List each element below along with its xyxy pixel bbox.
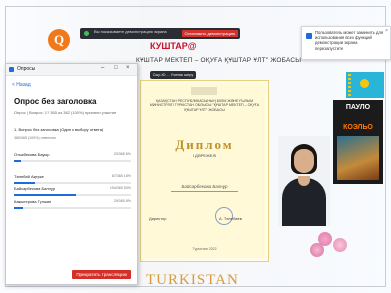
diploma: ҚАЗАҚСТАН РЕСПУБЛИКАСЫНЫҢ БІЛІМ ЖӘНЕ ҒЫЛ…: [140, 80, 269, 262]
poll-meta: Опрос | Вопрос: 1? 365 из 382 (100%) при…: [14, 110, 117, 115]
option-bar: [14, 194, 76, 196]
book-art: [337, 136, 379, 180]
book-cover: ПАУЛО КОЭЛЬО: [333, 100, 383, 184]
notification-toast[interactable]: Пользователь может заменить для использо…: [301, 26, 391, 60]
back-link[interactable]: < Назад: [12, 82, 31, 88]
option-bar: [14, 160, 22, 162]
header-brand: КУШТАР@: [150, 41, 197, 51]
diploma-date: Түркістан 2022: [192, 247, 217, 251]
option-label: Байсарбекова Балнұр: [14, 186, 56, 191]
turkistan-wordmark: TURKISTAN: [146, 272, 239, 288]
header-subtitle: КҰШТАР МЕКТЕП – ОҚУҒА ҚҰШТАР ҰЛТ" ЖОБАСЫ: [136, 57, 302, 64]
diploma-intro: ҚАЗАҚСТАН РЕСПУБЛИКАСЫНЫҢ БІЛІМ ЖӘНЕ ҒЫЛ…: [149, 99, 260, 112]
book-title: ПАУЛО: [345, 104, 371, 111]
option-bar: [14, 182, 36, 184]
minimize-icon[interactable]: –: [101, 65, 104, 71]
window-titlebar: Опросы – □ ×: [6, 64, 137, 76]
option-label: Отыкбекова Бауыр: [14, 152, 50, 157]
option-label: Төлебай Ақерке: [14, 174, 44, 179]
poll-title: Опрос без заголовка: [14, 97, 97, 106]
window-title: Опросы: [17, 66, 36, 72]
question-title: 1. Вопрос без заголовка (Один к выбору о…: [14, 127, 104, 132]
diploma-title: Диплом: [175, 137, 234, 152]
diploma-subtitle: І ДӘРЕЖЕЛІ: [192, 153, 217, 158]
diploma-recipient: Байсарбекова Балнұр: [181, 184, 228, 189]
close-icon[interactable]: ×: [385, 28, 388, 34]
poll-window: Опросы – □ × < Назад Опрос без заголовка…: [5, 63, 138, 285]
screen-share-bar: Вы показываете демонстрацию экрана Остан…: [80, 28, 240, 39]
screen-share-view: Q Вы показываете демонстрацию экрана Ост…: [0, 0, 391, 293]
stop-broadcast-button[interactable]: Прекратить трансляцию: [72, 270, 131, 279]
flower-icon: [310, 243, 324, 257]
diploma-director-label: Директор: [149, 216, 167, 221]
poll-option: Кажыгерова Гүлжан 29/365 8%: [14, 199, 131, 216]
sharing-indicator-icon: [84, 31, 89, 36]
option-value: 23/365 6%: [113, 152, 131, 156]
option-value: 29/365 8%: [113, 199, 131, 203]
close-icon[interactable]: ×: [126, 65, 130, 71]
book-author: КОЭЛЬО: [343, 124, 373, 131]
divider: [171, 191, 238, 192]
school-logo: Q: [48, 29, 70, 51]
option-label: Кажыгерова Гүлжан: [14, 199, 52, 204]
option-bar: [14, 207, 24, 209]
app-icon: [9, 67, 14, 72]
screen-share-status: Вы показываете демонстрацию экрана: [94, 29, 167, 34]
option-value: 67/365 18%: [111, 174, 131, 178]
meeting-tag: Сыр-Ю ... Ученик шеру: [150, 71, 196, 79]
option-value: 194/365 53%: [109, 186, 131, 190]
diploma-logo: [191, 87, 217, 95]
flower-icon: [333, 238, 347, 252]
info-icon: [306, 33, 312, 39]
portrait-photo: [278, 136, 330, 226]
notification-text: Пользователь может заменить для использо…: [315, 30, 384, 51]
diploma-signer: А. Төлебаев: [219, 216, 242, 221]
poll-option: Отыкбекова Бауыр 23/365 6%: [14, 152, 131, 169]
stop-share-button[interactable]: Остановить демонстрацию: [181, 30, 238, 37]
maximize-icon[interactable]: □: [114, 65, 118, 71]
question-meta: 365/365 (100%) ответили: [14, 136, 56, 140]
kazakhstan-flag-icon: [346, 72, 384, 98]
